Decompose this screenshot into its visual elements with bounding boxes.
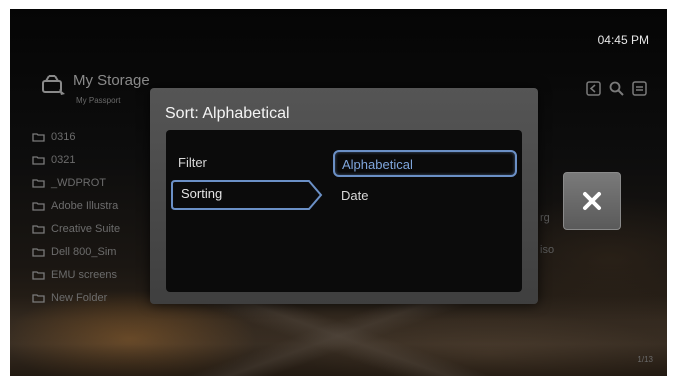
- folder-icon: [32, 132, 45, 142]
- folder-name: Dell 800_Sim: [51, 245, 117, 258]
- close-icon: [583, 192, 601, 210]
- option-date[interactable]: Date: [341, 188, 368, 203]
- folder-name: Adobe Illustra: [51, 199, 119, 212]
- folder-icon: [32, 155, 45, 165]
- menu-icon[interactable]: [632, 81, 647, 96]
- menu-item-label: Sorting: [181, 186, 223, 201]
- list-item[interactable]: Adobe Illustra: [32, 194, 120, 217]
- back-icon[interactable]: [586, 81, 601, 96]
- toolbar: [586, 81, 647, 96]
- list-item-suffix: iso: [540, 244, 555, 256]
- option-alphabetical[interactable]: Alphabetical: [333, 150, 517, 177]
- clock: 04:45 PM: [597, 33, 649, 47]
- list-item[interactable]: 0316: [32, 125, 120, 148]
- folder-icon: [32, 247, 45, 257]
- menu-item-sorting[interactable]: Sorting: [171, 180, 323, 210]
- folder-icon: [32, 224, 45, 234]
- dialog-title: Sort: Alphabetical: [165, 105, 290, 122]
- storage-subtitle: My Passport: [76, 96, 121, 105]
- dialog-panel: Filter Sorting Alphabetical Date: [166, 130, 522, 292]
- sort-dialog: Sort: Alphabetical Filter Sorting Alphab…: [150, 88, 538, 304]
- page-counter: 1/13: [637, 355, 653, 364]
- folder-name: New Folder: [51, 291, 108, 304]
- folder-name: Creative Suite: [51, 222, 121, 235]
- option-label: Alphabetical: [342, 157, 413, 172]
- folder-name: 0316: [51, 130, 76, 143]
- tv-screen: 04:45 PM My Storage My Passport 0316 032…: [10, 9, 667, 376]
- list-item[interactable]: Creative Suite: [32, 217, 120, 240]
- folder-icon: [32, 293, 45, 303]
- folder-name: 0321: [51, 153, 76, 166]
- folder-name: EMU screens: [51, 268, 118, 281]
- folder-icon: [32, 178, 45, 188]
- list-item[interactable]: Dell 800_Sim: [32, 240, 120, 263]
- list-item[interactable]: 0321: [32, 148, 120, 171]
- list-item[interactable]: New Folder: [32, 286, 120, 309]
- storage-icon: [42, 75, 65, 95]
- folder-name: _WDPROT: [51, 176, 106, 189]
- list-item[interactable]: _WDPROT: [32, 171, 120, 194]
- menu-item-filter[interactable]: Filter: [178, 155, 207, 170]
- search-icon[interactable]: [609, 81, 624, 96]
- folder-icon: [32, 270, 45, 280]
- storage-title: My Storage: [73, 72, 150, 89]
- file-list: 0316 0321 _WDPROT Adobe Illustra Creativ…: [32, 125, 120, 309]
- close-button[interactable]: [563, 172, 621, 230]
- list-item[interactable]: EMU screens: [32, 263, 120, 286]
- folder-icon: [32, 201, 45, 211]
- list-item-suffix: rg: [540, 212, 550, 224]
